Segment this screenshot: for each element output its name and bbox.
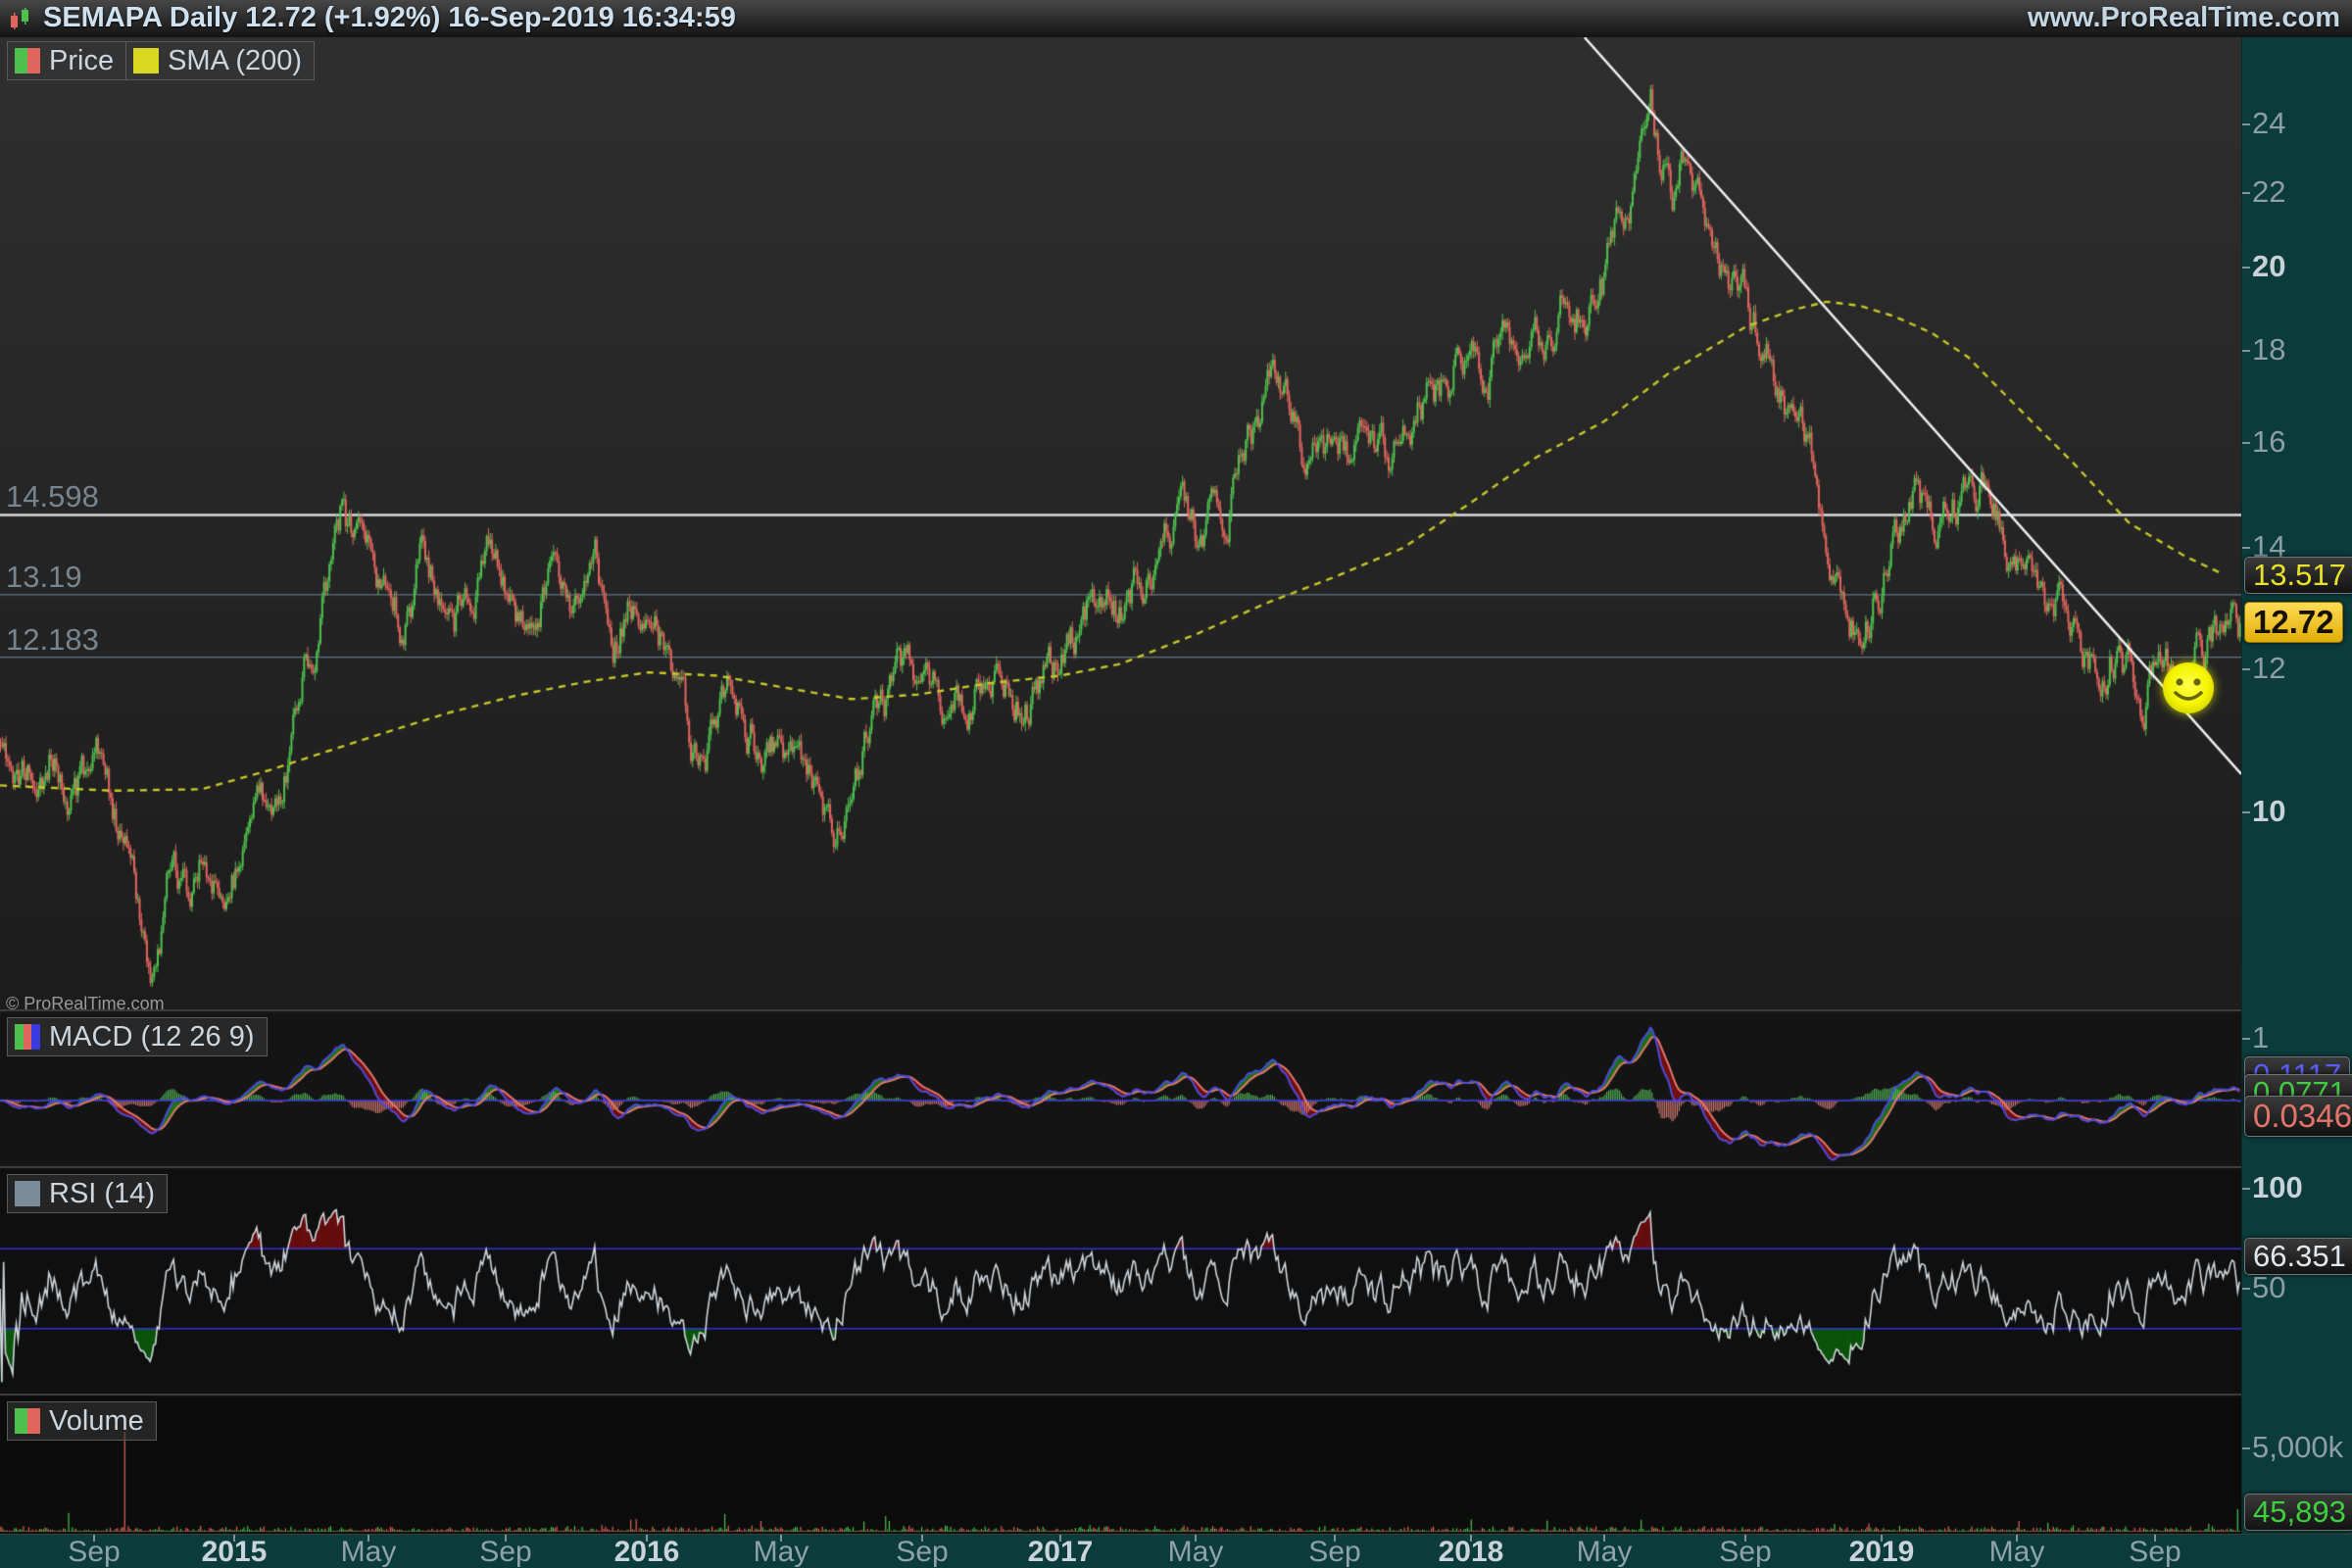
price-axis-gutter[interactable]: 13.517 12.72 0.1117 0.0771 0.0346 66.351… — [2241, 37, 2352, 1534]
legend-label: Volume — [49, 1404, 144, 1438]
volume-chart-canvas[interactable] — [0, 1394, 2241, 1534]
axis-tick-mark — [2242, 811, 2250, 813]
axis-tick-mark — [2242, 547, 2250, 549]
volume-legend: Volume — [8, 1401, 157, 1441]
price-level-label: 14.598 — [6, 479, 99, 514]
legend-label: MACD (12 26 9) — [49, 1020, 255, 1054]
axis-tick-mark — [2242, 1288, 2250, 1290]
time-tick-label: 2017 — [1028, 1536, 1094, 1568]
axis-tick-mark — [2242, 1447, 2250, 1449]
time-tick-label: Sep — [1719, 1536, 1771, 1568]
axis-tick-mark — [2242, 267, 2250, 269]
sma-series-icon — [133, 48, 159, 74]
time-tick-label: Sep — [2129, 1536, 2180, 1568]
legend-item-price[interactable]: Price — [7, 41, 126, 80]
instrument-title: SEMAPA Daily 12.72 (+1.92%) 16-Sep-2019 … — [43, 2, 736, 34]
axis-tick-label: 24 — [2252, 106, 2285, 141]
rsi-legend: RSI (14) — [8, 1174, 168, 1213]
axis-tick-mark — [2242, 1188, 2250, 1190]
axis-tick-label: 18 — [2252, 332, 2285, 368]
last-price-tag: 12.72 — [2244, 602, 2343, 643]
legend-label: RSI (14) — [49, 1177, 155, 1210]
macd-chart-canvas[interactable] — [0, 1009, 2241, 1166]
legend-label: SMA (200) — [168, 44, 302, 77]
rsi-chart-canvas[interactable] — [0, 1166, 2241, 1394]
price-level-label: 12.183 — [6, 622, 99, 658]
macd-legend: MACD (12 26 9) — [8, 1017, 268, 1056]
legend-label: Price — [49, 44, 114, 77]
title-bar: SEMAPA Daily 12.72 (+1.92%) 16-Sep-2019 … — [0, 0, 2352, 38]
time-tick-label: 2016 — [614, 1536, 680, 1568]
copyright-watermark: © ProRealTime.com — [6, 994, 165, 1014]
axis-tick-mark — [2242, 192, 2250, 194]
axis-tick-mark — [2242, 123, 2250, 125]
volume-value-tag: 45,893 — [2244, 1494, 2352, 1531]
time-tick-label: Sep — [68, 1536, 120, 1568]
prorealtime-chart-window: SEMAPA Daily 12.72 (+1.92%) 16-Sep-2019 … — [0, 0, 2352, 1568]
time-tick-label: May — [1577, 1536, 1633, 1568]
axis-tick-label: 10 — [2252, 794, 2285, 829]
price-legend: Price SMA (200) — [8, 41, 315, 80]
time-tick-label: May — [1168, 1536, 1224, 1568]
time-tick-label: May — [754, 1536, 809, 1568]
candlestick-chart-icon — [8, 6, 33, 31]
axis-tick-label: 12 — [2252, 651, 2285, 686]
time-axis[interactable]: Sep 2015 May Sep 2016 May Sep 2017 May Sep 2018 May… — [0, 1534, 2352, 1568]
axis-tick-mark — [2242, 442, 2250, 444]
axis-tick-label: 16 — [2252, 424, 2285, 460]
price-level-label: 13.19 — [6, 560, 82, 595]
legend-item-macd[interactable]: MACD (12 26 9) — [7, 1017, 268, 1056]
axis-tick-label: 5,000k — [2252, 1430, 2343, 1465]
legend-item-sma200[interactable]: SMA (200) — [125, 41, 315, 80]
axis-tick-mark — [2242, 350, 2250, 352]
smiley-icon[interactable] — [2159, 659, 2218, 717]
price-chart-canvas[interactable] — [0, 37, 2241, 1009]
time-tick-label: May — [341, 1536, 397, 1568]
axis-tick-label: 1 — [2252, 1020, 2269, 1055]
chart-plot-area: Price SMA (200) 14.598 13.19 12.183 © Pr… — [0, 37, 2241, 1534]
macd-signal-value-tag: 0.0346 — [2244, 1096, 2352, 1137]
price-series-icon — [15, 48, 40, 74]
axis-tick-mark — [2242, 1038, 2250, 1040]
time-tick-label: May — [1989, 1536, 2045, 1568]
rsi-value-tag: 66.351 — [2244, 1238, 2352, 1275]
time-tick-label: 2015 — [202, 1536, 268, 1568]
time-tick-label: Sep — [1308, 1536, 1360, 1568]
rsi-series-icon — [15, 1181, 40, 1206]
sma-value-tag: 13.517 — [2244, 557, 2352, 594]
axis-tick-label: 22 — [2252, 174, 2285, 210]
time-tick-label: Sep — [896, 1536, 948, 1568]
time-tick-label: 2019 — [1849, 1536, 1915, 1568]
legend-item-volume[interactable]: Volume — [7, 1401, 157, 1441]
site-link[interactable]: www.ProRealTime.com — [2028, 2, 2340, 34]
axis-tick-label: 20 — [2252, 249, 2285, 284]
axis-tick-label: 50 — [2252, 1270, 2285, 1305]
axis-tick-label: 100 — [2252, 1170, 2303, 1205]
axis-tick-mark — [2242, 668, 2250, 670]
volume-series-icon — [15, 1408, 40, 1434]
legend-item-rsi[interactable]: RSI (14) — [7, 1174, 168, 1213]
macd-series-icon — [15, 1024, 40, 1050]
time-tick-label: 2018 — [1439, 1536, 1504, 1568]
time-tick-label: Sep — [479, 1536, 531, 1568]
